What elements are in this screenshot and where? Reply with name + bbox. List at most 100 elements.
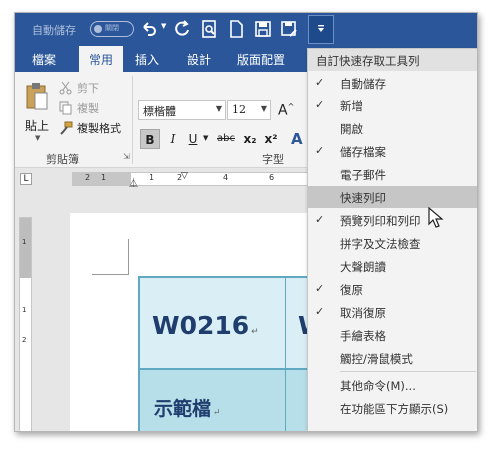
tab-home[interactable]: 常用 <box>79 46 124 72</box>
tab-design[interactable]: 設計 <box>187 51 211 68</box>
clipboard-launcher-icon[interactable]: ⇲ <box>123 152 130 161</box>
font-group-label: 字型 <box>262 153 284 166</box>
tab-layout[interactable]: 版面配置 <box>237 51 285 68</box>
paragraph-mark-icon: ↵ <box>213 408 221 418</box>
font-name-combo[interactable]: 標楷體 ▼ <box>138 100 226 120</box>
menu-item-save[interactable]: ✓ 儲存檔案 <box>308 140 477 162</box>
menu-item-label: 電子郵件 <box>340 168 386 182</box>
menu-item-spelling[interactable]: 拼字及文法檢查 <box>308 232 477 254</box>
redo-button[interactable] <box>172 19 192 39</box>
menu-item-label: 手繪表格 <box>340 329 386 343</box>
format-painter-button[interactable]: 複製格式 <box>59 119 121 137</box>
new-document-icon <box>230 20 243 38</box>
paste-button[interactable] <box>25 82 48 110</box>
menu-item-label: 其他命令(M)... <box>340 379 416 393</box>
menu-item-draw-table[interactable]: 手繪表格 <box>308 324 477 346</box>
copy-button[interactable]: 複製 <box>59 99 99 117</box>
font-size-value: 12 <box>232 103 246 116</box>
new-document-button[interactable] <box>226 19 246 39</box>
menu-item-print-preview[interactable]: ✓ 預覽列印和列印 <box>308 209 477 231</box>
ruler-number: 2 <box>85 173 91 182</box>
save-button[interactable] <box>253 19 273 39</box>
tab-insert[interactable]: 插入 <box>135 51 159 68</box>
horizontal-ruler[interactable]: 2 1 1 2 4 6 ⏅ ▽ <box>72 171 312 189</box>
undo-dropdown-icon[interactable]: ▼ <box>161 22 166 30</box>
cell-text-id: W0216 ↵ <box>152 311 259 340</box>
table-cell[interactable]: W0216 ↵ <box>140 278 286 370</box>
paste-dropdown-icon[interactable]: ▼ <box>35 134 40 142</box>
redo-icon <box>175 20 189 36</box>
menu-item-quick-print[interactable]: 快速列印 <box>308 186 477 208</box>
format-painter-label: 複製格式 <box>77 122 121 135</box>
vertical-ruler-margin <box>20 218 31 278</box>
menu-item-redo[interactable]: ✓ 取消復原 <box>308 301 477 323</box>
undo-button[interactable] <box>139 19 159 39</box>
menu-item-label: 復原 <box>340 283 363 297</box>
print-preview-button[interactable] <box>199 19 219 39</box>
save-as-icon <box>281 21 297 37</box>
menu-item-label: 快速列印 <box>340 191 386 205</box>
menu-item-label: 開啟 <box>340 122 363 136</box>
checkmark-icon: ✓ <box>315 144 325 157</box>
cell-text-sample: 示範檔 ↵ <box>154 394 221 421</box>
word-window: 自動儲存 關閉 ▼ 檔案 常用 插入 設計 版面配置 貼上 ▼ 剪下 複製 複製… <box>14 12 478 432</box>
clipboard-group-label: 剪貼簿 <box>46 153 79 166</box>
text-effects-icon[interactable]: A <box>291 130 303 148</box>
first-line-indent-icon[interactable]: ▽ <box>181 171 188 181</box>
group-divider <box>132 76 133 164</box>
checkmark-icon: ✓ <box>315 76 325 89</box>
bold-button[interactable]: B <box>140 129 160 149</box>
menu-item-more-commands[interactable]: 其他命令(M)... <box>308 374 477 396</box>
vertical-ruler[interactable]: 1 1 2 <box>19 217 32 431</box>
cut-button[interactable]: 剪下 <box>59 79 99 97</box>
toggle-state-label: 關閉 <box>105 24 119 32</box>
subscript-button[interactable]: x₂ <box>240 129 260 149</box>
menu-item-label: 大聲朗讀 <box>340 260 386 274</box>
italic-button[interactable]: I <box>163 129 183 149</box>
paragraph-mark-icon: ↵ <box>251 327 259 337</box>
menu-item-show-below-ribbon[interactable]: 在功能區下方顯示(S) <box>308 397 477 419</box>
tab-file[interactable]: 檔案 <box>32 51 56 68</box>
tab-selector-icon[interactable]: L <box>20 173 32 185</box>
customize-quick-access-button[interactable] <box>308 15 334 44</box>
chevron-down-icon: ▼ <box>260 104 267 113</box>
menu-item-label: 取消復原 <box>340 306 386 320</box>
cut-label: 剪下 <box>77 82 99 95</box>
underline-dropdown-icon[interactable]: ▼ <box>203 134 208 142</box>
save-icon <box>255 21 271 37</box>
cell1-text: W0216 <box>152 311 250 340</box>
table-cell[interactable]: 示範檔 ↵ <box>140 370 286 431</box>
ruler-number: 1 <box>101 173 107 182</box>
vertical-ruler-number: 1 <box>22 238 27 246</box>
ruler-number: 1 <box>149 173 155 182</box>
paste-label[interactable]: 貼上 <box>25 117 49 134</box>
menu-item-undo[interactable]: ✓ 復原 <box>308 278 477 300</box>
grow-font-button[interactable]: A^ <box>278 102 294 119</box>
indent-marker-icon[interactable]: ⏅ <box>129 176 138 189</box>
checkmark-icon: ✓ <box>315 98 325 111</box>
menu-item-label: 新增 <box>340 99 363 113</box>
margin-corner-mark <box>92 274 129 275</box>
ruler-number: 4 <box>223 173 229 182</box>
menu-item-email[interactable]: 電子郵件 <box>308 163 477 185</box>
scissors-icon <box>59 81 72 95</box>
underline-button[interactable]: U <box>183 129 203 149</box>
customize-dropdown-icon <box>318 25 324 32</box>
strikethrough-button[interactable]: abc <box>214 129 238 149</box>
menu-item-read-aloud[interactable]: 大聲朗讀 <box>308 255 477 277</box>
checkmark-icon: ✓ <box>315 282 325 295</box>
clipboard-icon <box>26 83 48 110</box>
toggle-knob <box>94 25 102 33</box>
font-size-combo[interactable]: 12 ▼ <box>227 100 271 120</box>
save-as-button[interactable] <box>279 19 299 39</box>
menu-item-open[interactable]: 開啟 <box>308 117 477 139</box>
superscript-button[interactable]: x² <box>261 129 281 149</box>
vertical-ruler-number: 1 <box>22 306 27 314</box>
autosave-label: 自動儲存 <box>32 24 76 37</box>
menu-item-autosave[interactable]: ✓ 自動儲存 <box>308 72 477 94</box>
format-painter-icon <box>60 121 73 135</box>
autosave-toggle[interactable]: 關閉 <box>90 21 134 37</box>
menu-item-new[interactable]: ✓ 新增 <box>308 94 477 116</box>
margin-corner-mark <box>128 239 129 275</box>
menu-item-touch-mode[interactable]: 觸控/滑鼠模式 <box>308 347 477 369</box>
